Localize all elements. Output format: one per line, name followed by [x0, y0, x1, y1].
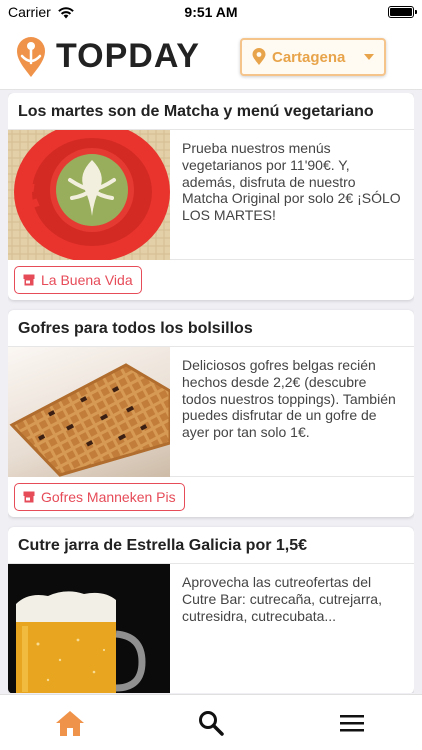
store-icon: [23, 491, 35, 503]
logo-pin-icon: [17, 36, 45, 77]
tab-menu[interactable]: [322, 701, 382, 745]
city-selector-label: Cartagena: [272, 48, 346, 66]
venue-name: La Buena Vida: [41, 272, 133, 288]
tab-home[interactable]: [40, 701, 100, 745]
offer-body: Deliciosos gofres belgas recién hechos d…: [8, 347, 414, 477]
location-pin-icon: [252, 48, 266, 65]
chevron-down-icon: [364, 54, 374, 60]
battery-icon: [388, 6, 417, 18]
venue-button[interactable]: Gofres Manneken Pis: [14, 483, 185, 511]
offer-image-waffle: [8, 347, 170, 477]
offer-card[interactable]: Los martes son de Matcha y menú vegetari…: [8, 93, 414, 300]
offer-description: Aprovecha las cutreofertas del Cutre Bar…: [182, 574, 382, 624]
offer-description: Deliciosos gofres belgas recién hechos d…: [182, 357, 396, 441]
offer-description: Prueba nuestros menús vegetarianos por 1…: [182, 140, 401, 224]
city-selector[interactable]: Cartagena: [240, 38, 386, 76]
offers-feed[interactable]: Los martes son de Matcha y menú vegetari…: [8, 93, 414, 693]
app-logo-text: TOPDAY: [56, 37, 200, 75]
offer-image-matcha-latte: [8, 130, 170, 260]
wifi-icon: [57, 6, 74, 18]
venue-button[interactable]: La Buena Vida: [14, 266, 142, 294]
search-icon: [198, 710, 224, 736]
venue-name: Gofres Manneken Pis: [41, 489, 176, 505]
home-icon: [56, 710, 85, 736]
store-icon: [23, 274, 35, 286]
offer-card[interactable]: Cutre jarra de Estrella Galicia por 1,5€…: [8, 527, 414, 693]
offer-footer: La Buena Vida: [8, 260, 414, 300]
offer-title: Los martes son de Matcha y menú vegetari…: [8, 93, 414, 130]
status-bar: Carrier 9:51 AM: [0, 0, 422, 24]
offer-body: Aprovecha las cutreofertas del Cutre Bar…: [8, 564, 414, 693]
carrier-label: Carrier: [8, 4, 51, 20]
app-header: TOPDAY Cartagena: [0, 24, 422, 90]
offer-card[interactable]: Gofres para todos los bolsillos Delicios…: [8, 310, 414, 517]
status-left: Carrier: [8, 4, 75, 20]
offer-title: Cutre jarra de Estrella Galicia por 1,5€: [8, 527, 414, 564]
menu-icon: [339, 714, 364, 731]
tab-search[interactable]: [181, 701, 241, 745]
offer-title: Gofres para todos los bolsillos: [8, 310, 414, 347]
offer-body: Prueba nuestros menús vegetarianos por 1…: [8, 130, 414, 260]
tab-bar: [0, 694, 422, 750]
offer-footer: Gofres Manneken Pis: [8, 477, 414, 517]
offer-image-beer-mug: [8, 564, 170, 693]
clock: 9:51 AM: [184, 4, 238, 20]
